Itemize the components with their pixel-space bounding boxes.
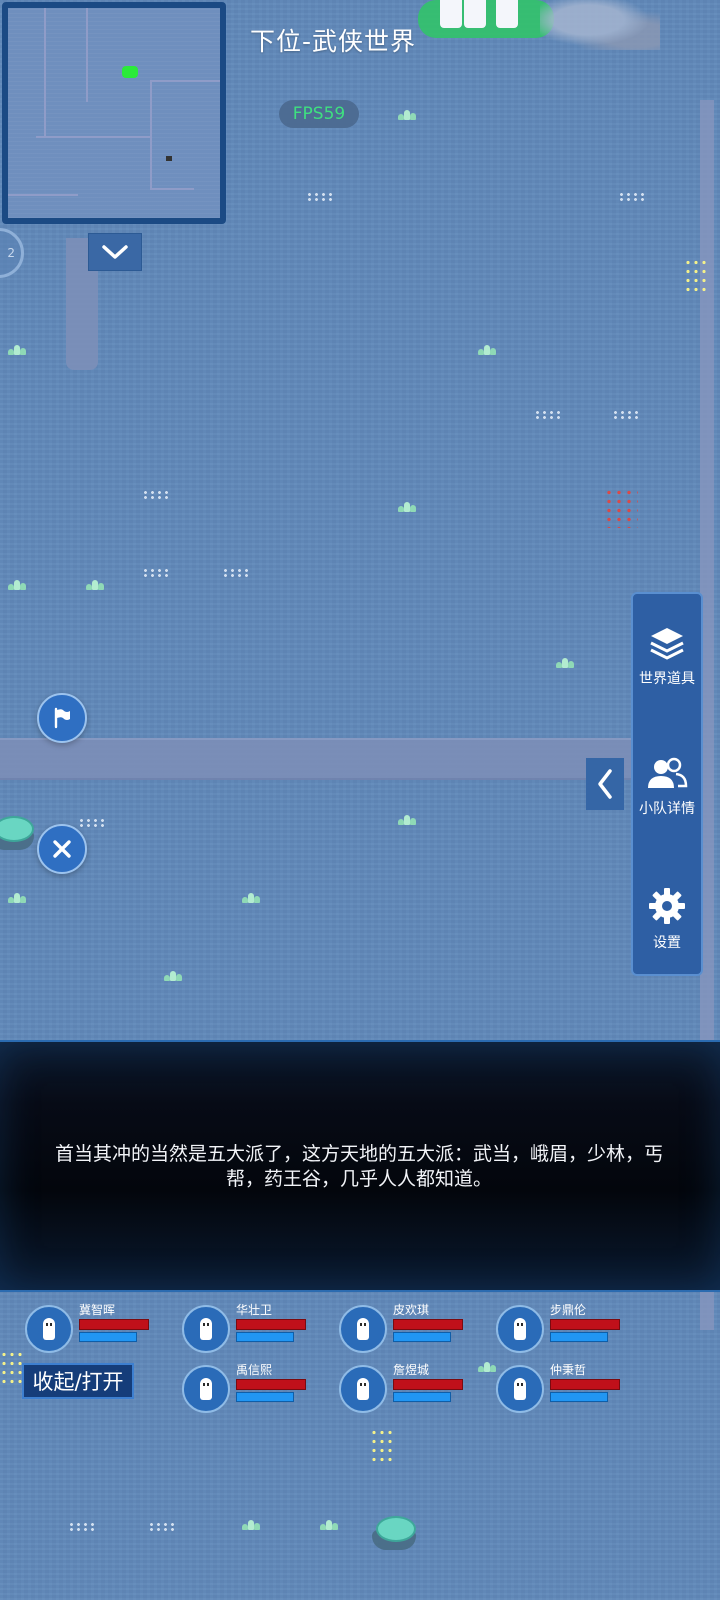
tree-stump[interactable] bbox=[0, 812, 34, 852]
team-icon bbox=[648, 757, 688, 788]
member-hp-bar bbox=[236, 1379, 306, 1390]
settings-button[interactable]: 设置 bbox=[633, 886, 701, 952]
pebbles bbox=[68, 1522, 96, 1532]
member-mp-bar bbox=[550, 1392, 608, 1402]
grass-tuft bbox=[398, 108, 416, 120]
member-name: 詹煜城 bbox=[393, 1363, 430, 1377]
minimap-player-marker bbox=[122, 66, 138, 78]
pebbles bbox=[612, 410, 640, 420]
npc-group[interactable] bbox=[418, 0, 558, 50]
flag-button[interactable] bbox=[37, 693, 87, 743]
dialog-text: 首当其冲的当然是五大派了，这方天地的五大派：武当，峨眉，少林，丐帮，药王谷，几乎… bbox=[54, 1143, 663, 1190]
world-title: 下位-武侠世界 bbox=[250, 27, 417, 56]
grass-tuft bbox=[164, 969, 182, 981]
squad-member[interactable]: 仲秉哲 bbox=[496, 1363, 636, 1419]
member-mp-bar bbox=[393, 1392, 451, 1402]
member-name: 禹信熙 bbox=[236, 1363, 273, 1377]
tree-stump[interactable] bbox=[372, 1512, 416, 1552]
squad-member[interactable]: 皮欢琪 bbox=[339, 1303, 479, 1359]
member-avatar bbox=[339, 1365, 387, 1413]
pebbles bbox=[618, 192, 646, 202]
team-details-label: 小队详情 bbox=[639, 801, 695, 817]
pebbles bbox=[78, 818, 106, 828]
squad-panel: 冀智晖 华壮卫 皮欢琪 步鼎伦 禹信熙 詹煜城 仲秉哲 bbox=[0, 1290, 720, 1430]
minimap-poi-marker bbox=[166, 156, 172, 161]
flower-patch bbox=[370, 1428, 394, 1464]
world-items-label: 世界道具 bbox=[639, 671, 695, 687]
grass-tuft bbox=[320, 1518, 338, 1530]
flag-icon bbox=[54, 707, 70, 729]
pebbles bbox=[142, 568, 170, 578]
chevron-down-icon bbox=[102, 245, 128, 259]
member-mp-bar bbox=[393, 1332, 451, 1342]
member-hp-bar bbox=[393, 1319, 463, 1330]
grass-tuft bbox=[8, 891, 26, 903]
npc-highlight bbox=[418, 0, 554, 38]
npc-figure bbox=[440, 0, 462, 28]
grass-tuft bbox=[242, 891, 260, 903]
member-hp-bar bbox=[79, 1319, 149, 1330]
member-name: 冀智晖 bbox=[79, 1303, 116, 1317]
dialog-box[interactable]: 首当其冲的当然是五大派了，这方天地的五大派：武当，峨眉，少林，丐帮，药王谷，几乎… bbox=[0, 1040, 720, 1292]
member-name: 皮欢琪 bbox=[393, 1303, 430, 1317]
member-avatar bbox=[496, 1305, 544, 1353]
map-road bbox=[0, 738, 640, 780]
member-hp-bar bbox=[236, 1319, 306, 1330]
pebbles bbox=[148, 1522, 176, 1532]
member-mp-bar bbox=[79, 1332, 137, 1342]
side-panel-toggle[interactable] bbox=[586, 758, 624, 810]
grass-tuft bbox=[478, 343, 496, 355]
squad-toggle-button[interactable]: 收起/打开 bbox=[22, 1363, 134, 1399]
member-hp-bar bbox=[550, 1379, 620, 1390]
squad-member[interactable]: 步鼎伦 bbox=[496, 1303, 636, 1359]
pebbles bbox=[222, 568, 250, 578]
grass-tuft bbox=[8, 578, 26, 590]
grass-tuft bbox=[398, 813, 416, 825]
member-avatar bbox=[496, 1365, 544, 1413]
grass-tuft bbox=[398, 500, 416, 512]
pebbles bbox=[534, 410, 562, 420]
minimap-view bbox=[8, 8, 220, 218]
member-mp-bar bbox=[550, 1332, 608, 1342]
pebbles bbox=[306, 192, 334, 202]
fps-counter: FPS59 bbox=[279, 100, 359, 128]
flower-patch bbox=[684, 258, 708, 294]
member-name: 华壮卫 bbox=[236, 1303, 273, 1317]
grass-tuft bbox=[556, 656, 574, 668]
zoom-level-label: 2 bbox=[7, 246, 15, 260]
close-icon bbox=[53, 840, 71, 858]
minimap[interactable] bbox=[2, 2, 226, 224]
squad-member[interactable]: 詹煜城 bbox=[339, 1363, 479, 1419]
squad-member[interactable]: 华壮卫 bbox=[182, 1303, 322, 1359]
member-name: 步鼎伦 bbox=[550, 1303, 587, 1317]
squad-member[interactable]: 禹信熙 bbox=[182, 1363, 322, 1419]
settings-label: 设置 bbox=[653, 935, 681, 951]
member-hp-bar bbox=[393, 1379, 463, 1390]
member-avatar bbox=[182, 1305, 230, 1353]
member-avatar bbox=[339, 1305, 387, 1353]
grass-tuft bbox=[86, 578, 104, 590]
gear-icon bbox=[649, 888, 685, 924]
grass-tuft bbox=[242, 1518, 260, 1530]
member-hp-bar bbox=[550, 1319, 620, 1330]
layers-icon bbox=[650, 628, 684, 660]
grass-tuft bbox=[8, 343, 26, 355]
pebbles bbox=[142, 490, 170, 500]
team-details-button[interactable]: 小队详情 bbox=[633, 756, 701, 818]
chevron-left-icon bbox=[598, 769, 612, 799]
side-panel: 世界道具 小队详情 设置 bbox=[631, 592, 703, 976]
squad-member[interactable]: 冀智晖 bbox=[25, 1303, 165, 1359]
member-mp-bar bbox=[236, 1332, 294, 1342]
member-avatar bbox=[25, 1305, 73, 1353]
npc-figure bbox=[464, 0, 486, 28]
close-button[interactable] bbox=[37, 824, 87, 874]
member-mp-bar bbox=[236, 1392, 294, 1402]
world-items-button[interactable]: 世界道具 bbox=[633, 624, 701, 688]
member-avatar bbox=[182, 1365, 230, 1413]
npc-figure bbox=[496, 0, 518, 28]
rocks bbox=[540, 0, 660, 50]
member-name: 仲秉哲 bbox=[550, 1363, 587, 1377]
red-flower-patch bbox=[604, 488, 638, 528]
minimap-collapse-button[interactable] bbox=[88, 233, 142, 271]
